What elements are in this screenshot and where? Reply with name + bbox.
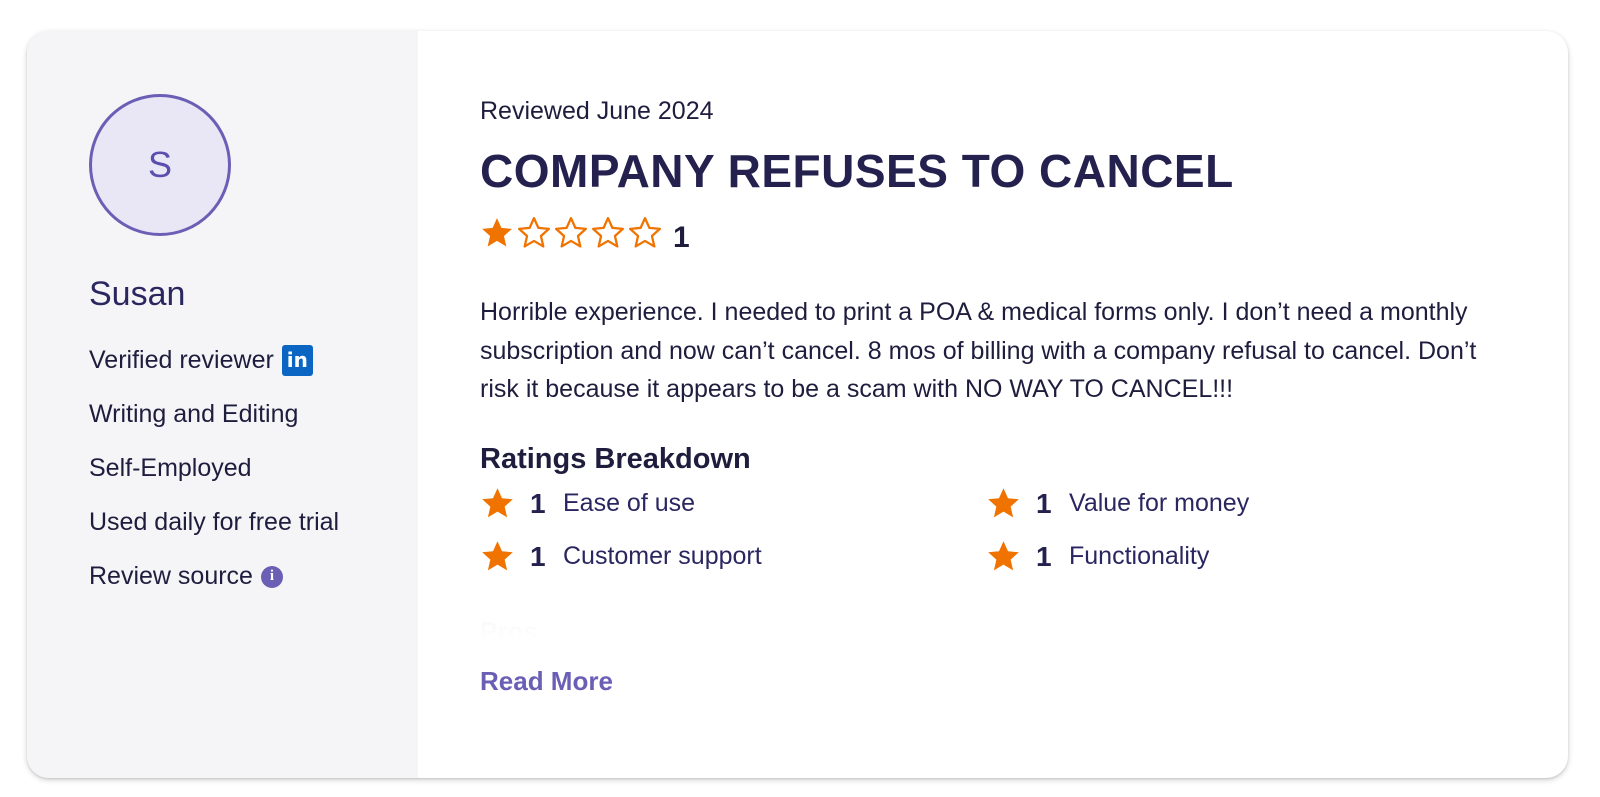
review-content: Reviewed June 2024 COMPANY REFUSES TO CA… [418,31,1568,778]
rating-score: 1 [530,487,546,519]
star-empty-icon [591,216,625,248]
reviewer-usage: Used daily for free trial [89,508,340,536]
review-source-label: Review source [89,562,253,590]
star-empty-icon [517,216,551,248]
ratings-breakdown: 1 Ease of use 1 Value for money 1 Custom… [480,486,1490,574]
review-card: S Susan Verified reviewer in Writing and… [27,31,1568,778]
rating-value-for-money: 1 Value for money [986,486,1486,521]
overall-stars [480,216,665,250]
review-source: Review source i [89,557,359,596]
reviewer-industry: Writing and Editing [89,400,299,428]
info-icon[interactable]: i [260,565,283,588]
rating-customer-support: 1 Customer support [480,539,986,574]
star-filled-icon [482,218,512,247]
rating-label: Functionality [1069,542,1210,570]
star-filled-icon [988,488,1019,518]
reviewer-meta: Verified reviewer in Writing and Editing… [89,341,359,611]
star-empty-icon [628,216,662,248]
ratings-breakdown-title: Ratings Breakdown [480,443,751,475]
rating-ease-of-use: 1 Ease of use [480,486,986,521]
rating-score: 1 [1036,487,1052,519]
fade-overlay [458,601,1558,641]
rating-score: 1 [530,540,546,572]
verified-label: Verified reviewer [89,346,274,374]
rating-score: 1 [1036,540,1052,572]
review-title: COMPANY REFUSES TO CANCEL [480,145,1234,197]
star-filled-icon [988,541,1019,571]
read-more-link[interactable]: Read More [480,666,613,697]
rating-label: Ease of use [563,489,696,517]
reviewer-name: Susan [89,275,186,313]
review-date: Reviewed June 2024 [480,97,714,125]
reviewer-sidebar: S Susan Verified reviewer in Writing and… [27,31,418,778]
linkedin-icon[interactable]: in [281,345,313,376]
overall-score: 1 [673,221,690,254]
star-empty-icon [554,216,588,248]
rating-label: Customer support [563,542,762,570]
rating-label: Value for money [1069,489,1250,517]
review-body: Horrible experience. I needed to print a… [480,298,1477,403]
avatar: S [89,94,231,236]
overall-rating: 1 [480,211,690,255]
rating-functionality: 1 Functionality [986,539,1486,574]
reviewer-company-size: Self-Employed [89,454,252,482]
star-filled-icon [482,488,513,518]
verified-reviewer: Verified reviewer in [89,341,359,380]
star-filled-icon [482,541,513,571]
avatar-initial: S [147,144,172,185]
